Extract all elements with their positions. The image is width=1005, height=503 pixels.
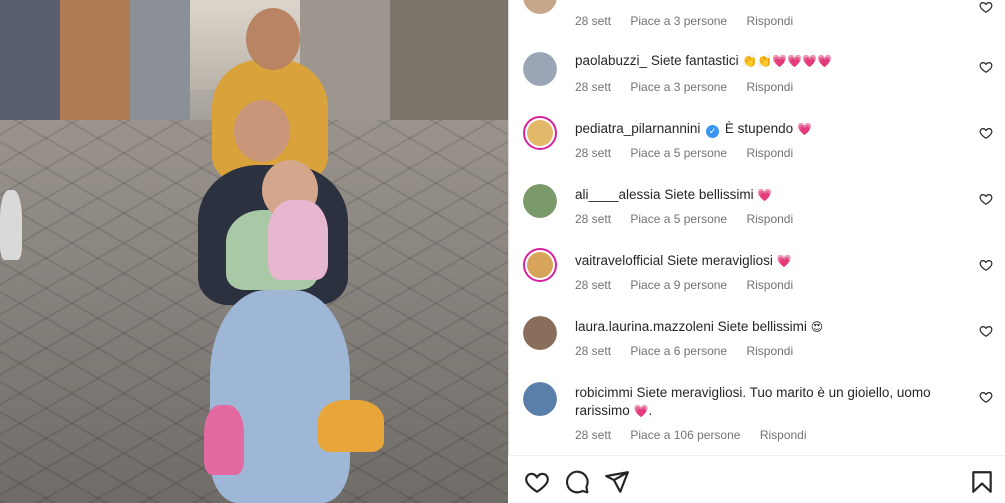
comment-date: 28 sett <box>575 344 612 358</box>
comment-date: 28 sett <box>575 212 612 226</box>
comment-body: È stupendo <box>724 121 794 136</box>
comment-reply-link[interactable]: Rispondi <box>746 80 793 94</box>
comment-item: paolabuzzi_ Siete fantastici 👏👏💗💗💗💗 28 s… <box>520 52 1005 112</box>
comment-likes-link[interactable]: Piace a 3 persone <box>630 14 727 28</box>
avatar-image <box>527 120 553 146</box>
comment-body: Siete bellissimi <box>664 187 754 202</box>
small-heart-icon[interactable] <box>979 258 993 272</box>
comment-reply-link[interactable]: Rispondi <box>746 344 793 358</box>
comment-emoji: 💗 <box>757 188 773 202</box>
comment-item: vaitravelofficial Siete meravigliosi 💗 2… <box>520 248 1005 308</box>
paper-plane-icon[interactable] <box>604 469 630 495</box>
small-heart-icon[interactable] <box>979 0 993 14</box>
comment-date: 28 sett <box>575 146 612 160</box>
comment-emoji: 💗. <box>633 404 653 418</box>
small-heart-icon[interactable] <box>979 390 993 404</box>
comment-item: robicimmi Siete meravigliosi. Tuo marito… <box>520 382 1005 448</box>
comment-likes-link[interactable]: Piace a 6 persone <box>630 344 727 358</box>
comment-text-line: robicimmi Siete meravigliosi. Tuo marito… <box>575 384 965 420</box>
comment-likes-link[interactable]: Piace a 9 persone <box>630 278 727 292</box>
small-heart-icon[interactable] <box>979 324 993 338</box>
avatar-image <box>527 252 553 278</box>
comment-body: Siete bellissimi <box>717 319 807 334</box>
photo-person-head <box>246 8 300 70</box>
comment-item: 28 sett Piace a 3 persone Rispondi <box>520 0 1005 40</box>
comment-meta: 28 sett Piace a 3 persone Rispondi <box>575 14 809 28</box>
post-action-bar <box>508 455 1005 503</box>
small-heart-icon[interactable] <box>979 60 993 74</box>
comment-body: Siete meravigliosi <box>667 253 773 268</box>
comment-reply-link[interactable]: Rispondi <box>746 278 793 292</box>
avatar[interactable] <box>523 184 557 218</box>
comment-username[interactable]: ali____alessia <box>575 187 661 202</box>
photo-building <box>0 0 60 120</box>
comment-text-line: paolabuzzi_ Siete fantastici 👏👏💗💗💗💗 <box>575 52 965 70</box>
comment-reply-link[interactable]: Rispondi <box>746 146 793 160</box>
comment-text-line: vaitravelofficial Siete meravigliosi 💗 <box>575 252 965 270</box>
comment-item: pediatra_pilarnannini ✓ È stupendo 💗 28 … <box>520 116 1005 176</box>
photo-person-head <box>234 100 290 162</box>
comment-item: ali____alessia Siete bellissimi 💗 28 set… <box>520 184 1005 244</box>
avatar-image <box>523 52 557 86</box>
avatar[interactable] <box>523 248 557 282</box>
comment-emoji: 😍 <box>810 320 824 334</box>
avatar-image <box>523 184 557 218</box>
avatar[interactable] <box>523 116 557 150</box>
comment-emoji: 💗 <box>796 122 812 136</box>
comment-username[interactable]: pediatra_pilarnannini <box>575 121 700 136</box>
comment-emoji: 💗 <box>776 254 792 268</box>
small-heart-icon[interactable] <box>979 192 993 206</box>
comment-likes-link[interactable]: Piace a 5 persone <box>630 146 727 160</box>
comment-date: 28 sett <box>575 14 612 28</box>
comment-body: Siete fantastici <box>650 53 739 68</box>
comment-reply-link[interactable]: Rispondi <box>760 428 807 442</box>
comment-likes-link[interactable]: Piace a 106 persone <box>630 428 740 442</box>
comment-meta: 28 sett Piace a 5 persone Rispondi <box>575 146 809 160</box>
comment-meta: 28 sett Piace a 6 persone Rispondi <box>575 344 809 358</box>
comment-text-line: ali____alessia Siete bellissimi 💗 <box>575 186 965 204</box>
photo-building <box>390 0 508 120</box>
comment-item: laura.laurina.mazzoleni Siete bellissimi… <box>520 316 1005 376</box>
comment-text-line: pediatra_pilarnannini ✓ È stupendo 💗 <box>575 120 965 138</box>
comment-date: 28 sett <box>575 428 612 442</box>
avatar[interactable] <box>523 52 557 86</box>
photo-shoe <box>204 405 244 475</box>
comment-likes-link[interactable]: Piace a 3 persone <box>630 80 727 94</box>
comment-meta: 28 sett Piace a 106 persone Rispondi <box>575 428 823 442</box>
comment-meta: 28 sett Piace a 3 persone Rispondi <box>575 80 809 94</box>
photo-building <box>130 0 190 120</box>
bookmark-icon[interactable] <box>969 469 995 495</box>
comment-text-line: laura.laurina.mazzoleni Siete bellissimi… <box>575 318 965 336</box>
comment-reply-link[interactable]: Rispondi <box>746 212 793 226</box>
avatar[interactable] <box>523 382 557 416</box>
photo-child <box>268 200 328 280</box>
comment-likes-link[interactable]: Piace a 5 persone <box>630 212 727 226</box>
comment-username[interactable]: robicimmi <box>575 385 633 400</box>
comment-date: 28 sett <box>575 278 612 292</box>
avatar-image <box>523 382 557 416</box>
comment-reply-link[interactable]: Rispondi <box>746 14 793 28</box>
photo-building <box>60 0 130 120</box>
post-photo[interactable] <box>0 0 508 503</box>
avatar[interactable] <box>523 316 557 350</box>
photo-shoe <box>318 400 384 452</box>
comment-meta: 28 sett Piace a 5 persone Rispondi <box>575 212 809 226</box>
photo-passerby <box>0 190 22 260</box>
comment-username[interactable]: vaitravelofficial <box>575 253 663 268</box>
avatar-image <box>523 316 557 350</box>
small-heart-icon[interactable] <box>979 126 993 140</box>
comment-date: 28 sett <box>575 80 612 94</box>
heart-outline-icon[interactable] <box>524 469 550 495</box>
comment-username[interactable]: paolabuzzi_ <box>575 53 647 68</box>
comment-emoji: 👏👏💗💗💗💗 <box>742 54 833 68</box>
avatar-image <box>523 0 557 14</box>
verified-badge-icon: ✓ <box>706 125 720 138</box>
comments-list: 28 sett Piace a 3 persone Rispondi paola… <box>520 0 1005 453</box>
pane-divider <box>508 0 509 503</box>
avatar[interactable] <box>523 0 557 14</box>
speech-bubble-icon[interactable] <box>564 469 590 495</box>
comment-meta: 28 sett Piace a 9 persone Rispondi <box>575 278 809 292</box>
comment-username[interactable]: laura.laurina.mazzoleni <box>575 319 714 334</box>
